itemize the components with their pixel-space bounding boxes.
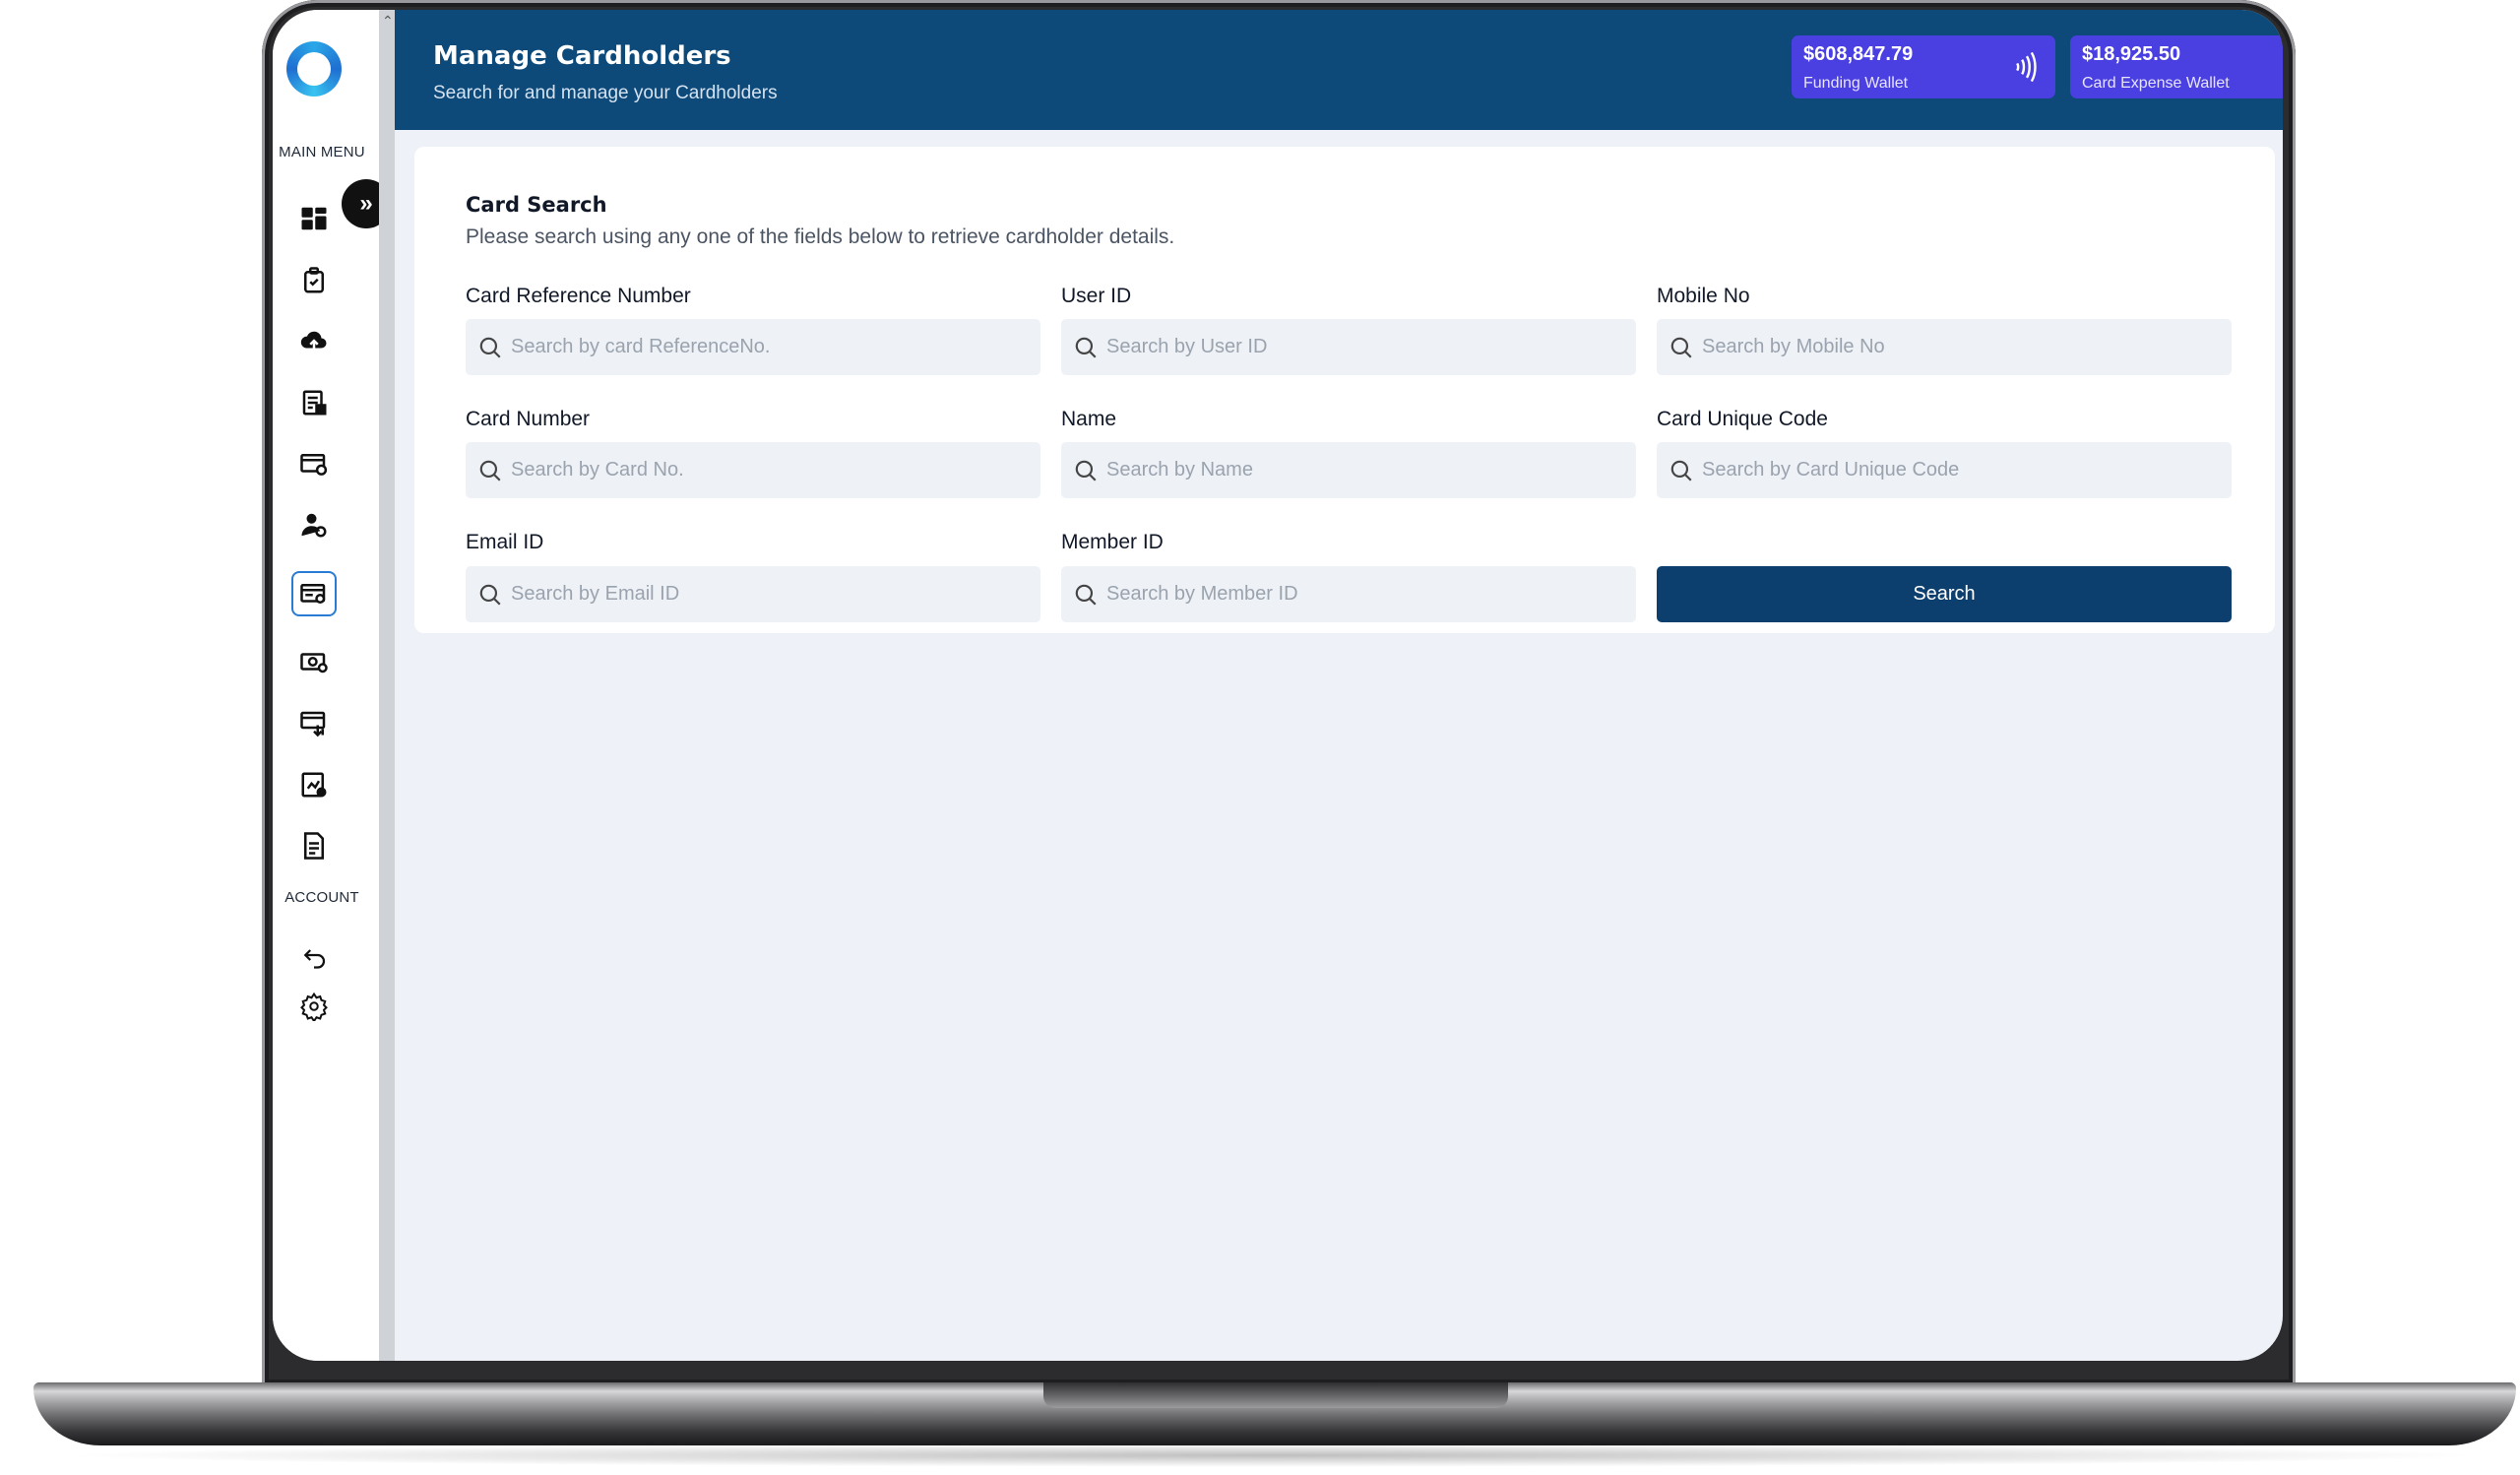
- email-id-input[interactable]: [503, 566, 1040, 622]
- contactless-icon: [2016, 51, 2037, 83]
- card-unique-code-input[interactable]: [1694, 442, 2232, 498]
- clipboard-check-icon[interactable]: [294, 261, 334, 300]
- page-title: Manage Cardholders: [433, 41, 731, 71]
- member-id-label: Member ID: [1061, 531, 1164, 553]
- laptop-shadow: [59, 1443, 2490, 1467]
- cloud-upload-icon[interactable]: [294, 321, 334, 360]
- card-search-icon[interactable]: [291, 571, 337, 616]
- user-settings-icon[interactable]: [294, 505, 334, 545]
- search-icon: [1075, 460, 1097, 481]
- laptop-hinge-notch: [1043, 1382, 1508, 1408]
- card-search-panel: Card Search Please search using any one …: [414, 147, 2275, 633]
- search-icon: [1075, 337, 1097, 358]
- email-id-label: Email ID: [466, 531, 544, 553]
- card-search-title: Card Search: [466, 193, 607, 217]
- logout-icon[interactable]: [294, 935, 334, 975]
- card-expense-wallet-amount: $18,925.50: [2082, 43, 2181, 65]
- search-icon: [1670, 460, 1692, 481]
- funding-wallet-amount: $608,847.79: [1803, 43, 1914, 65]
- name-input[interactable]: [1099, 442, 1636, 498]
- app-logo[interactable]: [286, 41, 342, 96]
- page-header: Manage Cardholders Search for and manage…: [395, 10, 2283, 130]
- laptop-base: [33, 1382, 2516, 1445]
- search-icon: [479, 337, 501, 358]
- mobile-no-field: [1657, 319, 2232, 375]
- settings-gear-icon[interactable]: [294, 987, 334, 1026]
- card-unique-code-label: Card Unique Code: [1657, 408, 1828, 430]
- card-number-label: Card Number: [466, 408, 591, 430]
- funding-wallet-label: Funding Wallet: [1803, 75, 1909, 92]
- card-transfer-icon[interactable]: [294, 703, 334, 742]
- document-list-icon[interactable]: [294, 383, 334, 422]
- scroll-up-arrow-icon[interactable]: ⌃: [382, 14, 394, 28]
- search-icon: [479, 460, 501, 481]
- main-menu-heading: MAIN MENU: [279, 144, 365, 160]
- card-number-field: [466, 442, 1040, 498]
- dashboard-icon[interactable]: [294, 199, 334, 238]
- money-settings-icon[interactable]: [294, 642, 334, 681]
- card-unique-code-field: [1657, 442, 2232, 498]
- app-screen: MAIN MENU » ACCOUNT ⌃ Manage Cardholders…: [273, 10, 2283, 1361]
- search-icon: [1075, 584, 1097, 606]
- member-id-field: [1061, 566, 1636, 622]
- card-reference-number-input[interactable]: [503, 319, 1040, 375]
- page-subtitle: Search for and manage your Cardholders: [433, 83, 778, 103]
- search-icon: [1670, 337, 1692, 358]
- sidebar: MAIN MENU » ACCOUNT: [273, 10, 391, 1361]
- search-icon: [479, 584, 501, 606]
- card-settings-icon[interactable]: [294, 444, 334, 483]
- email-id-field: [466, 566, 1040, 622]
- name-label: Name: [1061, 408, 1117, 430]
- name-field: [1061, 442, 1636, 498]
- mobile-no-input[interactable]: [1694, 319, 2232, 375]
- user-id-input[interactable]: [1099, 319, 1636, 375]
- card-number-input[interactable]: [503, 442, 1040, 498]
- card-reference-number-field: [466, 319, 1040, 375]
- card-search-description: Please search using any one of the field…: [466, 225, 1175, 248]
- member-id-input[interactable]: [1099, 566, 1636, 622]
- funding-wallet-card[interactable]: $608,847.79 Funding Wallet: [1792, 35, 2055, 98]
- mobile-no-label: Mobile No: [1657, 285, 1750, 307]
- card-expense-wallet-label: Card Expense Wallet: [2082, 75, 2230, 92]
- user-id-label: User ID: [1061, 285, 1132, 307]
- user-id-field: [1061, 319, 1636, 375]
- document-icon[interactable]: [294, 826, 334, 866]
- card-expense-wallet-card[interactable]: $18,925.50 Card Expense Wallet: [2070, 35, 2283, 98]
- card-reference-number-label: Card Reference Number: [466, 285, 691, 307]
- sidebar-scrollbar[interactable]: [379, 10, 395, 1361]
- report-settings-icon[interactable]: [294, 765, 334, 804]
- account-heading: ACCOUNT: [284, 889, 359, 906]
- search-button[interactable]: Search: [1657, 566, 2232, 622]
